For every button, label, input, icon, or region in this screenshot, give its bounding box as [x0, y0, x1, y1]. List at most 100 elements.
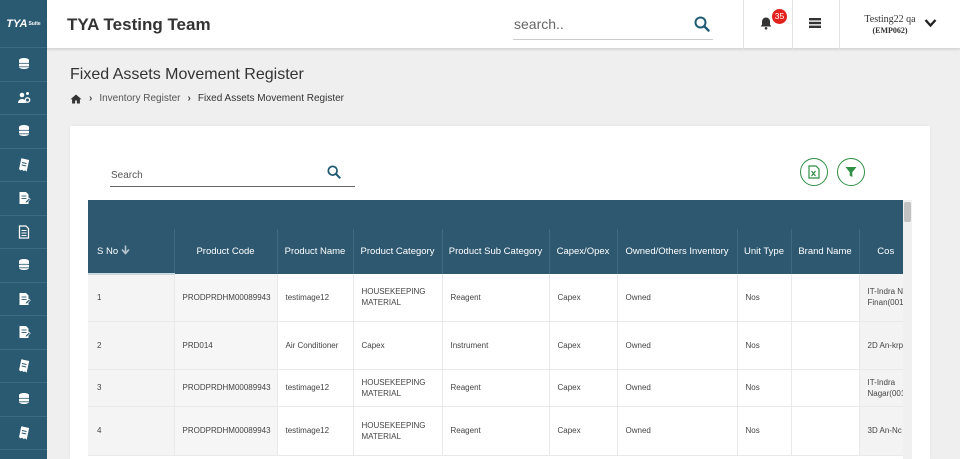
filter-button[interactable]	[837, 158, 865, 186]
server-menu-icon[interactable]	[809, 17, 821, 29]
arrow-down-icon	[121, 245, 130, 255]
col-sno[interactable]: S No	[88, 229, 174, 275]
sidebar: TYA Suite	[0, 0, 47, 459]
cell-product-sub-category: Reagent	[441, 369, 549, 407]
file-edit-icon	[19, 326, 31, 339]
cell-sno: 1	[88, 274, 174, 322]
cell-product-sub-category: Instrument	[441, 321, 549, 370]
table-row[interactable]: 2 PRD014 Air Conditioner Capex Instrument Cap…	[88, 321, 912, 370]
cell-owned-others: Owned	[616, 321, 737, 370]
sidebar-item-9[interactable]	[0, 316, 47, 350]
cell-unit-type: Nos	[736, 406, 791, 456]
cell-sno: 2	[88, 321, 174, 370]
receipt-icon	[18, 158, 29, 172]
cell-product-category: HOUSEKEEPING MATERIAL	[352, 369, 442, 407]
file-edit-icon	[19, 192, 31, 205]
file-text-icon	[18, 225, 29, 239]
cell-brand-name	[790, 321, 859, 370]
data-table: S No Product Code Product Name Product C…	[88, 200, 912, 459]
chevron-right-icon: ›	[89, 93, 93, 104]
table-search-input[interactable]	[110, 164, 320, 186]
database-icon	[18, 393, 29, 405]
scrollbar-thumb[interactable]	[904, 202, 911, 222]
user-profile[interactable]: Testing22 qa (EMP062)	[860, 14, 920, 35]
global-search-input[interactable]	[513, 10, 683, 38]
divider	[839, 0, 840, 49]
breadcrumb: › Inventory Register › Fixed Assets Move…	[70, 93, 344, 104]
cell-brand-name	[790, 274, 859, 322]
cell-owned-others: Owned	[616, 274, 737, 322]
cell-product-sub-category: Reagent	[441, 406, 549, 456]
sidebar-item-4[interactable]	[0, 149, 47, 182]
cell-capex-opex: Capex	[548, 406, 617, 456]
search-icon[interactable]	[327, 165, 341, 179]
col-owned-others[interactable]: Owned/Others Inventory	[616, 229, 737, 274]
user-code: (EMP062)	[872, 26, 908, 35]
col-product-category[interactable]: Product Category	[352, 229, 442, 274]
users-cog-icon	[17, 91, 30, 103]
home-icon[interactable]	[70, 94, 82, 104]
filter-icon	[845, 167, 857, 177]
table-row[interactable]: 1 PRODPRDHM00089943 testimage12 HOUSEKEEPIN…	[88, 274, 912, 322]
sidebar-item-12[interactable]	[0, 417, 47, 450]
col-product-code[interactable]: Product Code	[173, 229, 277, 274]
cell-unit-type: Nos	[736, 321, 791, 370]
register-card: S No Product Code Product Name Product C…	[70, 126, 930, 459]
cell-owned-others: Owned	[616, 369, 737, 407]
user-name: Testing22 qa	[864, 14, 916, 25]
col-product-name[interactable]: Product Name	[276, 229, 353, 274]
cell-capex-opex: Capex	[548, 274, 617, 322]
register-table: S No Product Code Product Name Product C…	[88, 200, 912, 456]
sidebar-item-3[interactable]	[0, 115, 47, 149]
table-row[interactable]: 4 PRODPRDHM00089943 testimage12 HOUSEKEEPIN…	[88, 406, 912, 456]
cell-product-code: PRD014	[173, 321, 277, 370]
cell-capex-opex: Capex	[548, 321, 617, 370]
sidebar-item-2[interactable]	[0, 82, 47, 115]
cell-product-category: HOUSEKEEPING MATERIAL	[352, 274, 442, 322]
search-icon[interactable]	[694, 16, 710, 32]
col-brand-name[interactable]: Brand Name	[790, 229, 859, 274]
cell-owned-others: Owned	[616, 406, 737, 456]
app-title: TYA Testing Team	[67, 15, 211, 34]
cell-product-sub-category: Reagent	[441, 274, 549, 322]
breadcrumb-current: Fixed Assets Movement Register	[197, 93, 345, 104]
cell-brand-name	[790, 369, 859, 407]
excel-icon	[808, 165, 820, 179]
cell-brand-name	[790, 406, 859, 456]
sidebar-item-5[interactable]	[0, 182, 47, 216]
table-search	[110, 163, 355, 187]
database-icon	[18, 58, 29, 70]
cell-product-code: PRODPRDHM00089943	[173, 274, 277, 322]
top-bar: TYA Testing Team 35 Testing22 qa (EMP062…	[47, 0, 960, 49]
page-title: Fixed Assets Movement Register	[70, 66, 304, 83]
sidebar-item-6[interactable]	[0, 216, 47, 249]
col-capex-opex[interactable]: Capex/Opex	[548, 229, 617, 274]
cell-product-name: testimage12	[276, 406, 353, 456]
col-product-sub-category[interactable]: Product Sub Category	[441, 229, 549, 274]
cell-product-code: PRODPRDHM00089943	[173, 406, 277, 456]
file-edit-icon	[19, 292, 31, 305]
sidebar-item-7[interactable]	[0, 249, 47, 283]
cell-sno: 3	[88, 369, 174, 407]
cell-product-name: testimage12	[276, 369, 353, 407]
breadcrumb-inventory-register[interactable]: Inventory Register	[99, 93, 180, 104]
divider	[743, 0, 744, 49]
table-scrollbar[interactable]	[903, 200, 912, 459]
divider	[792, 0, 793, 49]
bell-icon[interactable]	[759, 16, 773, 30]
cell-product-name: testimage12	[276, 274, 353, 322]
notification-badge: 35	[772, 9, 787, 24]
col-unit-type[interactable]: Unit Type	[736, 229, 791, 274]
cell-capex-opex: Capex	[548, 369, 617, 407]
sidebar-item-11[interactable]	[0, 383, 47, 417]
sidebar-item-10[interactable]	[0, 350, 47, 383]
sidebar-item-8[interactable]	[0, 283, 47, 316]
chevron-right-icon: ›	[187, 93, 191, 104]
chevron-down-icon[interactable]	[924, 18, 937, 28]
sidebar-item-1[interactable]	[0, 48, 47, 82]
app-logo[interactable]: TYA Suite	[0, 0, 47, 48]
table-row[interactable]: 3 PRODPRDHM00089943 testimage12 HOUSEKEEPIN…	[88, 369, 912, 407]
cell-product-category: HOUSEKEEPING MATERIAL	[352, 406, 442, 456]
cell-unit-type: Nos	[736, 369, 791, 407]
export-excel-button[interactable]	[800, 158, 828, 186]
